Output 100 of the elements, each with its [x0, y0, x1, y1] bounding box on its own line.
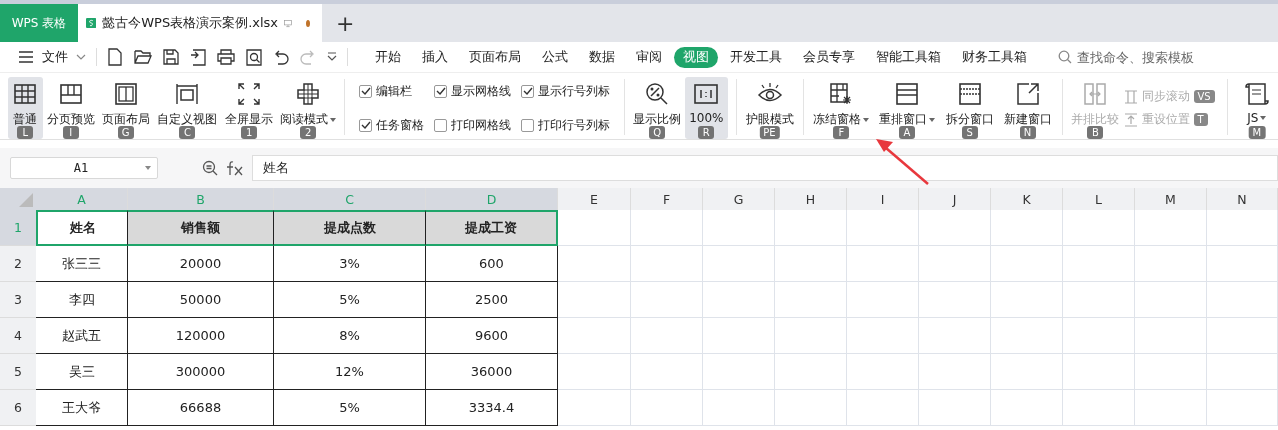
print-preview-icon[interactable]	[246, 48, 262, 66]
table-cell: 3%	[274, 246, 426, 282]
ribbon-button[interactable]: 冻结窗格 F	[811, 77, 872, 139]
grid-cell	[775, 282, 847, 318]
column-header[interactable]: I	[847, 188, 919, 210]
ribbon-button[interactable]: 阅读模式 2	[280, 77, 337, 139]
key-tip: B	[1087, 126, 1104, 139]
function-icon[interactable]	[226, 160, 244, 176]
row-header[interactable]: 4	[0, 318, 36, 354]
ribbon-button[interactable]: 100% R	[685, 77, 728, 139]
row-header[interactable]: 3	[0, 282, 36, 318]
ribbon-tab[interactable]: 数据	[580, 46, 624, 68]
ribbon-button[interactable]: 显示比例 Q	[633, 77, 682, 139]
ribbon-button[interactable]: 全屏显示 1	[222, 77, 277, 139]
table-cell: 赵武五	[36, 318, 128, 354]
column-header[interactable]: H	[775, 188, 847, 210]
table-cell: 3334.4	[426, 390, 558, 426]
grid-cell	[847, 390, 919, 426]
grid-cell	[775, 390, 847, 426]
new-file-icon[interactable]	[107, 48, 123, 66]
document-title: 懿古今WPS表格演示案例.xlsx	[102, 14, 279, 32]
grid-cell	[703, 210, 775, 246]
ribbon-button[interactable]: 页面布局 G	[98, 77, 153, 139]
fullscreen-icon	[236, 81, 263, 107]
grid-cell	[703, 390, 775, 426]
column-header[interactable]: E	[558, 188, 631, 210]
more-icon[interactable]	[327, 52, 337, 62]
grid-cell	[1063, 282, 1135, 318]
search-field[interactable]: 查找命令、搜索模板	[1058, 48, 1209, 66]
checkbox[interactable]: 编辑栏	[359, 77, 425, 105]
new-tab-button[interactable]: +	[322, 4, 369, 42]
grid-cell	[775, 354, 847, 390]
ribbon-button[interactable]: 普通 L	[8, 77, 43, 139]
column-header[interactable]: N	[1207, 188, 1278, 210]
key-tip: VS	[1193, 90, 1215, 103]
save-icon[interactable]	[163, 49, 179, 65]
file-menu[interactable]: 文件	[42, 48, 68, 66]
page-preview-icon	[57, 81, 84, 107]
ribbon-tab[interactable]: 页面布局	[460, 46, 530, 68]
grid-cell	[847, 246, 919, 282]
table-cell: 300000	[128, 354, 274, 390]
ribbon-tab[interactable]: 插入	[413, 46, 457, 68]
new-window-icon	[1014, 81, 1041, 107]
table-cell: 50000	[128, 282, 274, 318]
ribbon-tab[interactable]: 会员专享	[794, 46, 864, 68]
ribbon-button[interactable]: JS M	[1235, 77, 1278, 139]
document-tab[interactable]: 懿古今WPS表格演示案例.xlsx	[78, 4, 322, 42]
zoom-icon[interactable]	[202, 160, 218, 176]
grid-cell	[1135, 210, 1207, 246]
grid-cell	[1135, 354, 1207, 390]
print-icon[interactable]	[217, 49, 235, 65]
row-header[interactable]: 6	[0, 390, 36, 426]
column-header[interactable]: K	[991, 188, 1063, 210]
grid-cell	[703, 246, 775, 282]
ribbon-tab[interactable]: 审阅	[627, 46, 671, 68]
ribbon-button[interactable]: 重排窗口 A	[875, 77, 939, 139]
column-header[interactable]: J	[919, 188, 991, 210]
ribbon-button[interactable]: 新建窗口 N	[1000, 77, 1055, 139]
ribbon-tab[interactable]: 公式	[533, 46, 577, 68]
checkbox[interactable]: 打印网格线	[434, 111, 512, 139]
checkbox[interactable]: 打印行号列标	[521, 111, 611, 139]
table-cell: 600	[426, 246, 558, 282]
ribbon-button[interactable]: 护眼模式 PE	[744, 77, 795, 139]
menu-icon[interactable]	[18, 51, 34, 63]
undo-icon[interactable]	[273, 49, 289, 65]
checkbox[interactable]: 任务窗格	[359, 111, 425, 139]
column-header[interactable]: F	[631, 188, 703, 210]
row-header[interactable]: 5	[0, 354, 36, 390]
check-icon	[360, 121, 371, 129]
ribbon-button[interactable]: 自定义视图 C	[156, 77, 219, 139]
folder-icon[interactable]	[134, 49, 152, 65]
column-header[interactable]: G	[703, 188, 775, 210]
name-box[interactable]: A1	[10, 157, 158, 179]
grid-cell	[919, 246, 991, 282]
grid-cell	[703, 354, 775, 390]
ribbon-button[interactable]: 分页预览 I	[46, 77, 95, 139]
checkbox[interactable]: 显示网格线	[434, 77, 512, 105]
ribbon-tab[interactable]: 开始	[366, 46, 410, 68]
key-tip: T	[1193, 113, 1208, 126]
table-cell: 销售额	[128, 210, 274, 246]
ribbon-tab[interactable]: 财务工具箱	[953, 46, 1036, 68]
table-cell: 提成工资	[426, 210, 558, 246]
ribbon-tab[interactable]: 开发工具	[721, 46, 791, 68]
grid-cell	[775, 210, 847, 246]
ribbon-tab[interactable]: 智能工具箱	[867, 46, 950, 68]
formula-field[interactable]: 姓名	[252, 155, 1278, 181]
checkbox[interactable]: 显示行号列标	[521, 77, 611, 105]
ribbon-button[interactable]: 拆分窗口 S	[942, 77, 997, 139]
grid-cell	[703, 318, 775, 354]
row-header[interactable]: 2	[0, 246, 36, 282]
table-cell: 120000	[128, 318, 274, 354]
grid-cell	[631, 210, 703, 246]
column-header[interactable]: M	[1135, 188, 1207, 210]
grid-cell	[631, 354, 703, 390]
export-icon[interactable]	[190, 48, 206, 66]
column-header[interactable]: L	[1063, 188, 1135, 210]
custom-view-icon	[174, 81, 201, 107]
key-tip: 1	[241, 126, 258, 139]
page-layout-icon	[112, 81, 139, 107]
table-cell: 8%	[274, 318, 426, 354]
